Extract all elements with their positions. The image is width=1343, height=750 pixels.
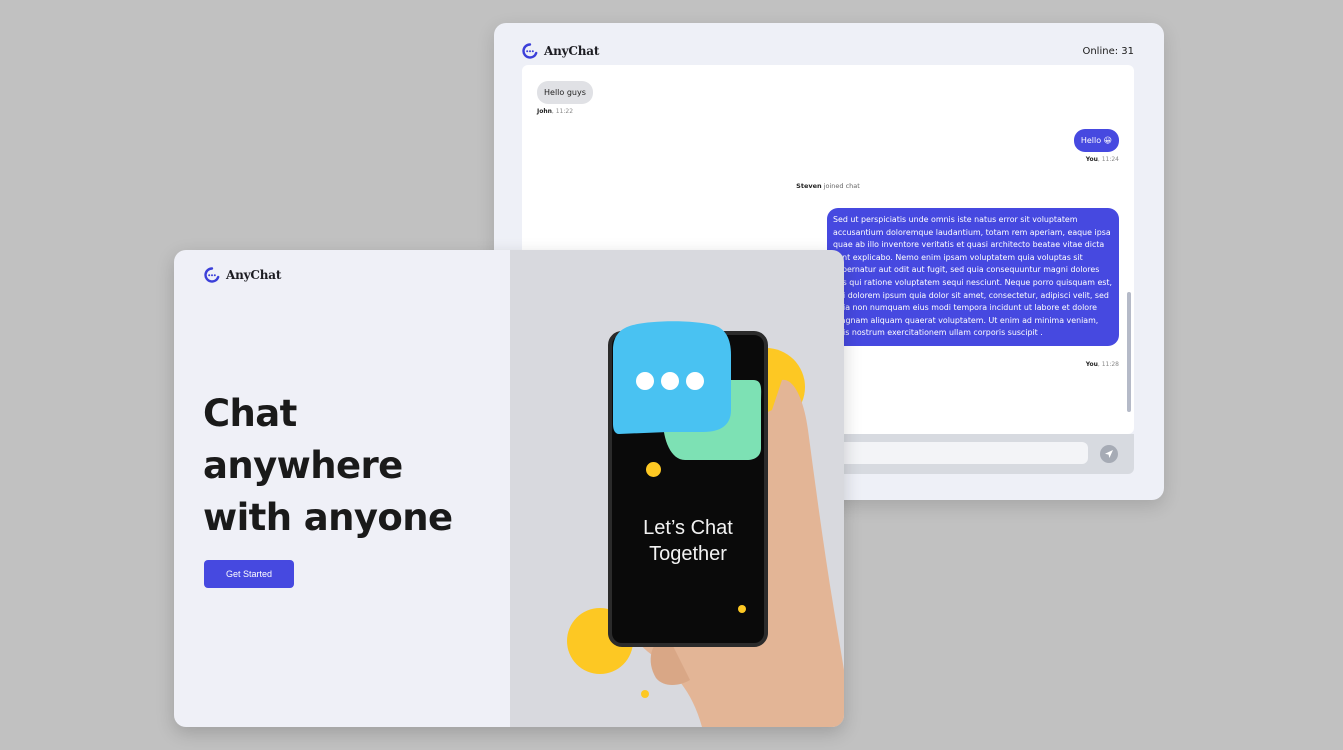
chat-logo[interactable]: AnyChat [522, 43, 599, 59]
message-time: , 11:24 [1097, 156, 1119, 163]
phone-tagline-line: Together [649, 543, 727, 565]
message-author: You [1085, 156, 1098, 163]
send-button[interactable] [1100, 445, 1118, 463]
system-user: Steven [796, 182, 822, 190]
system-message: Steven joined chat [522, 182, 1134, 190]
landing-window: AnyChat Chat anywhere with anyone Get St… [174, 250, 844, 727]
phone-tagline: Let’s Chat Together [612, 515, 764, 567]
hero-line: Chat [203, 392, 297, 435]
get-started-button[interactable]: Get Started [204, 560, 294, 588]
landing-brand-name: AnyChat [226, 268, 282, 282]
landing-logo-icon [204, 267, 220, 283]
message-bubble-outgoing: Hello 😀 [1073, 129, 1119, 152]
hero-line: anywhere [203, 444, 403, 487]
message-bubble-outgoing: Sed ut perspiciatis unde omnis iste natu… [827, 208, 1119, 346]
phone-tagline-line: Let’s Chat [643, 517, 733, 539]
message-meta: You, 11:28 [1086, 361, 1119, 368]
message-meta: You, 11:24 [1086, 156, 1119, 163]
message-bubble-incoming: Hello guys [537, 81, 593, 104]
online-count: Online: 31 [1082, 45, 1134, 57]
message-author: You [1085, 361, 1098, 368]
message-time: , 11:22 [551, 108, 574, 115]
send-icon [1105, 450, 1113, 458]
hero-illustration: Let’s Chat Together [510, 250, 844, 727]
landing-logo[interactable]: AnyChat [204, 267, 281, 283]
message-meta: John, 11:22 [537, 108, 573, 115]
chat-bubble-icon [613, 321, 762, 460]
message-scrollbar[interactable] [1127, 292, 1131, 412]
chat-logo-icon [522, 43, 538, 59]
message-author: John [537, 108, 552, 115]
hero-line: with anyone [203, 496, 453, 539]
chat-header: AnyChat Online: 31 [522, 39, 1134, 63]
message-time: , 11:28 [1097, 361, 1119, 368]
hero-title: Chat anywhere with anyone [203, 388, 503, 544]
system-text: joined chat [821, 182, 860, 190]
chat-brand-name: AnyChat [544, 44, 600, 58]
screen-dot [738, 605, 746, 613]
landing-hero: AnyChat Chat anywhere with anyone Get St… [174, 250, 510, 727]
